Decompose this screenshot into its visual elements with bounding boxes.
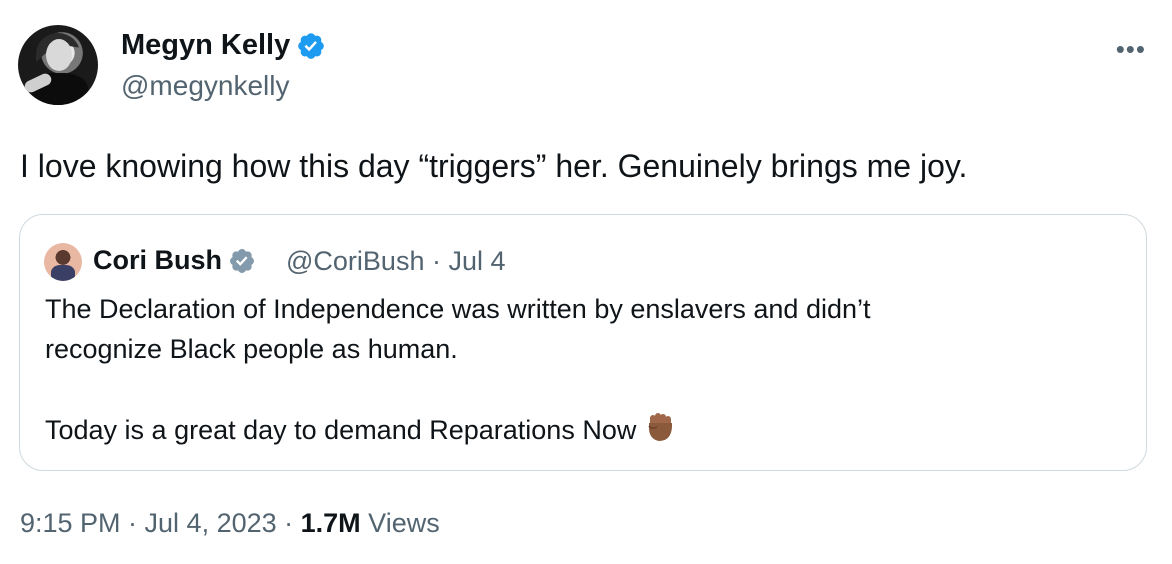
quoted-author-name[interactable]: Cori Bush bbox=[93, 245, 222, 276]
tweet-footer: 9:15 PM · Jul 4, 2023 · 1.7M Views bbox=[20, 508, 440, 539]
quoted-text: The Declaration of Independence was writ… bbox=[45, 289, 1125, 450]
time-date[interactable]: 9:15 PM · Jul 4, 2023 · bbox=[20, 508, 301, 538]
quoted-tweet[interactable]: Cori Bush @CoriBush · Jul 4 The Declarat… bbox=[19, 214, 1147, 471]
quoted-line-3: Today is a great day to demand Reparatio… bbox=[45, 415, 637, 445]
quoted-author-name-row[interactable]: Cori Bush bbox=[93, 245, 256, 276]
more-icon[interactable]: ••• bbox=[1116, 34, 1146, 65]
author-avatar[interactable] bbox=[18, 25, 98, 105]
gray-verified-badge-icon bbox=[230, 248, 254, 273]
views-label: Views bbox=[360, 508, 440, 538]
views-count: 1.7M bbox=[300, 508, 361, 538]
author-name[interactable]: Megyn Kelly bbox=[121, 29, 290, 62]
quoted-author-avatar[interactable] bbox=[44, 243, 82, 281]
quoted-handle-date[interactable]: @CoriBush · Jul 4 bbox=[286, 246, 505, 277]
raised-fist-emoji bbox=[648, 413, 673, 441]
avatar-face bbox=[46, 39, 72, 71]
quoted-line-2: recognize Black people as human. bbox=[45, 334, 458, 364]
author-handle[interactable]: @megynkelly bbox=[121, 70, 289, 102]
tweet-text: I love knowing how this day “triggers” h… bbox=[20, 148, 968, 184]
quoted-line-3-row: Today is a great day to demand Reparatio… bbox=[45, 409, 1125, 450]
quoted-avatar-body bbox=[51, 265, 75, 281]
author-name-row[interactable]: Megyn Kelly bbox=[121, 29, 326, 62]
verified-badge-icon bbox=[298, 32, 325, 59]
quoted-line-1: The Declaration of Independence was writ… bbox=[45, 294, 871, 324]
